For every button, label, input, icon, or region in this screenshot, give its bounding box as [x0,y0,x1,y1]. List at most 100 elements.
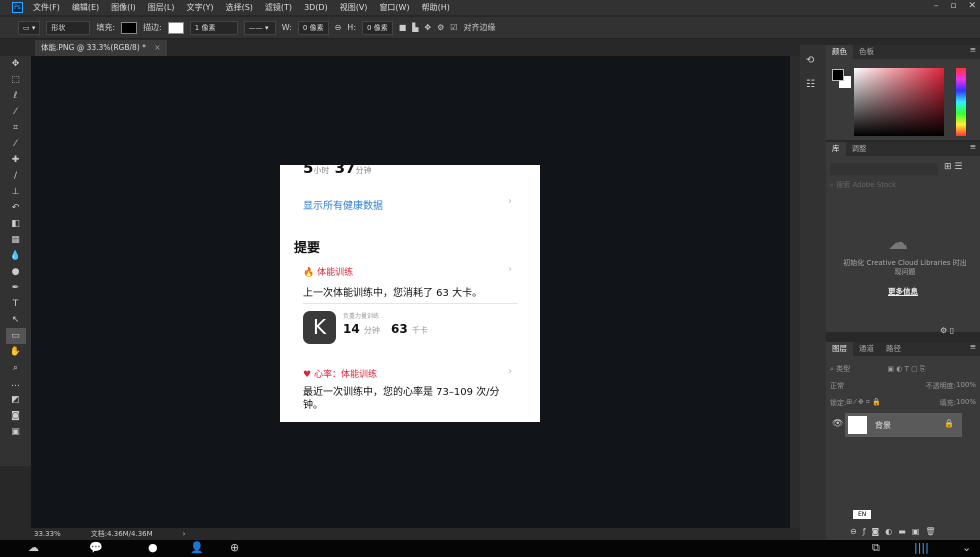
chevron-right-icon: › [508,196,512,207]
layer-filter-select[interactable]: ⌕ 类型 ▣ ◐ T ▢ ⎘ [830,364,926,374]
move-tool-icon[interactable]: ✥ [6,56,26,72]
vertical-scrollbar[interactable] [790,56,800,528]
tab-swatches[interactable]: 色板 [853,45,880,59]
fill-input[interactable]: 100% [956,398,976,408]
eyedropper-tool-icon[interactable]: ⁄ [6,136,26,152]
foreground-color-swatch[interactable] [832,69,844,81]
maximize-button[interactable]: ▫ [950,1,956,11]
path-alignment-icon[interactable]: ▙ [412,23,418,32]
library-footer-icons[interactable]: ⚙ ▯ [940,326,954,335]
minimize-button[interactable]: – [934,1,939,11]
bars-icon[interactable]: |||| [914,541,929,554]
panel-menu-icon[interactable]: ≡ [970,342,980,356]
ime-indicator[interactable]: EN [853,510,872,519]
fill-label: 填充: [96,23,116,32]
history-panel-icon[interactable]: ⟲ [806,55,814,66]
status-menu-arrow[interactable]: › [183,530,186,538]
menu-filter[interactable]: 滤镜(T) [265,2,292,13]
heart-icon: ♥ [303,370,312,380]
quick-select-tool-icon[interactable]: ⁄ [6,104,26,120]
type-tool-icon[interactable]: T [6,296,26,312]
more-info-link[interactable]: 更多信息 [826,286,980,297]
record-button-icon[interactable]: ● [148,541,158,554]
healing-brush-tool-icon[interactable]: ✚ [6,152,26,168]
menu-file[interactable]: 文件(F) [33,2,60,13]
more-tools-icon[interactable]: … [6,376,26,392]
width-input[interactable]: 0 像素 [297,20,329,35]
path-operations-icon[interactable]: ■ [399,23,407,32]
menu-type[interactable]: 文字(Y) [186,2,213,13]
grid-view-icon[interactable]: ⊞ ☰ [944,162,962,172]
screen-mode-icon[interactable]: ▣ [6,424,26,440]
color-field[interactable] [854,68,944,136]
quick-mask-icon[interactable]: ◙ [6,408,26,424]
menu-edit[interactable]: 编辑(E) [72,2,99,13]
stroke-type-select[interactable]: —— ▾ [243,20,276,35]
fill-swatch[interactable] [121,21,138,34]
window-stack-icon[interactable]: ⧉ [872,541,880,555]
brush-tool-icon[interactable]: / [6,168,26,184]
panel-menu-icon[interactable]: ≡ [970,45,980,59]
tab-adjustments[interactable]: 调整 [846,142,873,156]
properties-panel-icon[interactable]: ☷ [806,79,815,90]
marquee-tool-icon[interactable]: ⬚ [6,72,26,88]
path-select-tool-icon[interactable]: ↖ [6,312,26,328]
history-brush-tool-icon[interactable]: ↶ [6,200,26,216]
lasso-tool-icon[interactable]: ℓ [6,88,26,104]
tab-close-icon[interactable]: × [154,43,160,52]
lock-row: 锁定: ⊞ ⁄ ✥ ⌗ 🔒 填充: 100% [830,398,976,408]
pen-tool-icon[interactable]: ✒ [6,280,26,296]
card1-category: 🔥 体能训练 [303,268,354,278]
menu-layer[interactable]: 图层(L) [148,2,175,13]
chat-icon[interactable]: 💬 [89,541,103,554]
chevron-down-icon[interactable]: ⌄ [962,541,971,554]
zoom-tool-icon[interactable]: ⌕ [6,360,26,376]
blend-mode-select[interactable]: 正常 [830,381,844,391]
library-select[interactable] [830,163,938,175]
crop-tool-icon[interactable]: ⌗ [6,120,26,136]
layer-row[interactable]: 背景 🔒 [845,413,962,437]
gradient-tool-icon[interactable]: ▦ [6,232,26,248]
lock-icons[interactable]: ⊞ ⁄ ✥ ⌗ 🔒 [846,398,880,408]
menu-view[interactable]: 视图(V) [340,2,368,13]
panel-menu-icon[interactable]: ≡ [970,142,980,156]
opacity-input[interactable]: 100% [956,381,976,391]
document-tab-bar: 体能.PNG @ 33.3%(RGB/8) * × [31,40,800,56]
stroke-width-input[interactable]: 1 像素 [189,20,238,35]
color-swatches-icon[interactable]: ◩ [6,392,26,408]
cloud-upload-icon[interactable]: ☁ [28,541,39,554]
menu-select[interactable]: 选择(S) [226,2,253,13]
hand-tool-icon[interactable]: ✋ [6,344,26,360]
tab-paths[interactable]: 路径 [880,342,907,356]
align-edges-checkbox[interactable]: ☑ [450,23,457,32]
hue-slider[interactable] [956,68,966,136]
height-input[interactable]: 0 像素 [362,20,393,35]
eraser-tool-icon[interactable]: ◧ [6,216,26,232]
dodge-tool-icon[interactable]: ● [6,264,26,280]
menu-window[interactable]: 窗口(W) [379,2,409,13]
gear-icon[interactable]: ⚙ [437,23,444,32]
link-icon[interactable]: ⊖ [335,23,342,32]
target-icon[interactable]: ⊕ [230,541,239,554]
menu-3d[interactable]: 3D(D) [304,3,328,12]
visibility-eye-icon[interactable]: 👁 [832,419,843,429]
menu-image[interactable]: 图像(I) [111,2,136,13]
stock-search-input[interactable]: ⌕ 搜索 Adobe Stock [830,180,896,190]
tab-libraries[interactable]: 库 [826,142,846,156]
blur-tool-icon[interactable]: 💧 [6,248,26,264]
clone-stamp-tool-icon[interactable]: ⊥ [6,184,26,200]
document-tab[interactable]: 体能.PNG @ 33.3%(RGB/8) * × [35,40,167,56]
mode-select[interactable]: 形状 [46,20,91,35]
stroke-swatch[interactable] [167,21,184,34]
layer-footer-icons[interactable]: ⊖ƒ◙◐▬▣🗑 [850,527,942,536]
user-icon[interactable]: 👤 [190,541,204,554]
rectangle-tool-icon[interactable]: ▭ [5,328,26,344]
close-button[interactable]: ✕ [968,1,976,11]
zoom-level[interactable]: 33.33% [34,530,61,538]
tab-layers[interactable]: 图层 [826,342,853,356]
tab-color[interactable]: 颜色 [826,45,853,59]
tool-preset-picker[interactable]: ▭ ▾ [18,20,41,35]
menu-help[interactable]: 帮助(H) [422,2,450,13]
tab-channels[interactable]: 通道 [853,342,880,356]
path-arrangement-icon[interactable]: ✥ [424,23,431,32]
